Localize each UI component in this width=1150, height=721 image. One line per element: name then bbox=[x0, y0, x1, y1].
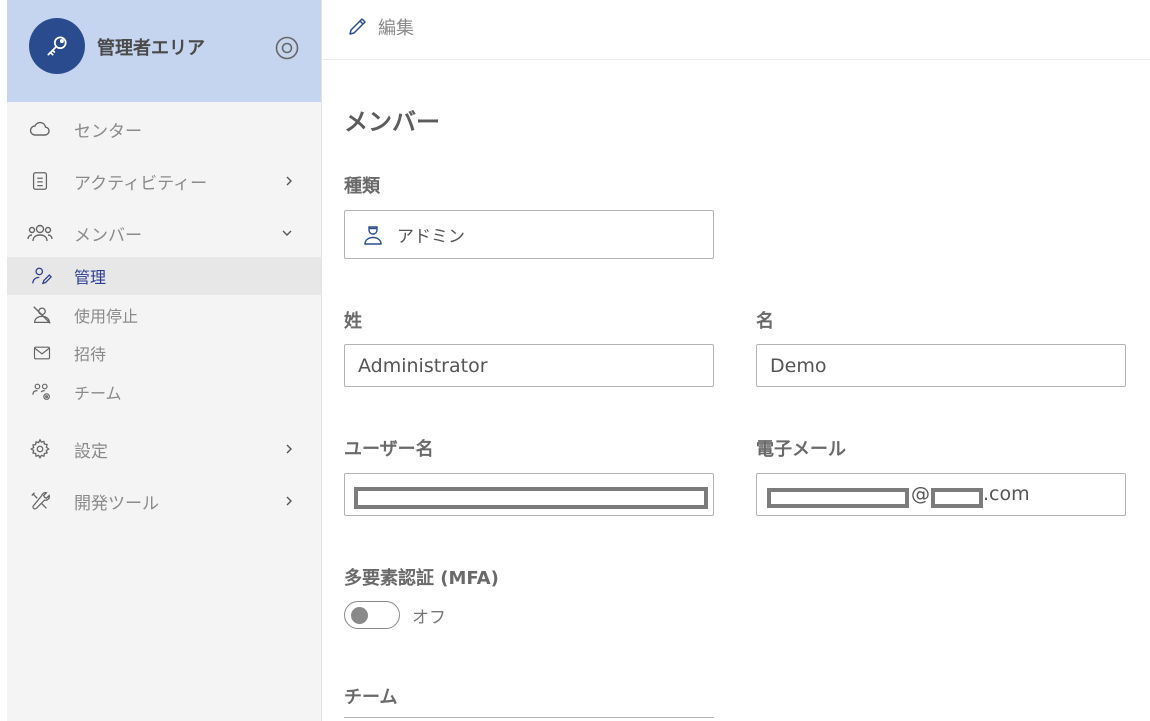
sidebar-item-label: 開発ツール bbox=[74, 493, 159, 514]
username-input[interactable] bbox=[344, 473, 714, 516]
team-label: チーム bbox=[344, 687, 398, 708]
redacted-username bbox=[354, 487, 708, 509]
pencil-icon bbox=[349, 18, 366, 35]
admin-user-icon bbox=[361, 223, 385, 247]
email-at: @ bbox=[911, 483, 930, 505]
team-settings-icon bbox=[31, 381, 53, 403]
sidebar-item-label: メンバー bbox=[74, 225, 142, 246]
type-value: アドミン bbox=[397, 227, 465, 247]
mfa-label: 多要素認証 (MFA) bbox=[344, 568, 499, 589]
topbar: 編集 bbox=[322, 0, 1150, 60]
first-name-label: 名 bbox=[756, 311, 774, 332]
document-icon bbox=[27, 168, 53, 194]
sidebar-item-settings[interactable]: 設定 bbox=[7, 436, 321, 462]
sidebar-title: 管理者エリア bbox=[97, 38, 205, 59]
sidebar-subitem-manage[interactable]: 管理 bbox=[7, 257, 321, 295]
sidebar-item-activity[interactable]: アクティビティー bbox=[7, 168, 321, 194]
sidebar-item-label: 設定 bbox=[74, 441, 108, 462]
gear-icon bbox=[27, 436, 53, 462]
email-tld: .com bbox=[983, 483, 1030, 505]
first-name-input[interactable]: Demo bbox=[756, 344, 1126, 387]
chevron-right-icon bbox=[286, 496, 292, 506]
sidebar-subitem-team[interactable]: チーム bbox=[7, 373, 321, 411]
sidebar-subitem-label: チーム bbox=[74, 384, 122, 403]
username-label: ユーザー名 bbox=[344, 439, 434, 460]
sidebar-item-label: アクティビティー bbox=[74, 173, 208, 194]
sidebar-subitem-suspended[interactable]: 使用停止 bbox=[7, 296, 321, 334]
users-icon bbox=[27, 220, 53, 246]
sidebar-subitem-label: 使用停止 bbox=[74, 307, 139, 326]
key-icon bbox=[29, 18, 85, 74]
type-select[interactable]: アドミン bbox=[344, 210, 714, 259]
mail-icon bbox=[31, 342, 53, 364]
sidebar-item-label: センター bbox=[74, 121, 142, 142]
tools-icon bbox=[27, 488, 53, 514]
team-input-edge[interactable] bbox=[344, 717, 714, 721]
email-label: 電子メール bbox=[756, 439, 846, 460]
user-edit-icon bbox=[31, 265, 53, 287]
cloud-icon bbox=[27, 116, 53, 142]
sidebar: 管理者エリア センター アクティビティー メンバー 管理 使用停止 招待 チーム… bbox=[0, 0, 322, 721]
sidebar-subitem-label: 招待 bbox=[74, 345, 107, 364]
chevron-right-icon bbox=[286, 176, 292, 186]
toggle-knob bbox=[351, 607, 368, 624]
type-label: 種類 bbox=[344, 176, 380, 197]
settings-target-icon[interactable] bbox=[275, 36, 299, 60]
sidebar-subitem-label: 管理 bbox=[74, 268, 107, 287]
first-name-value: Demo bbox=[770, 354, 827, 377]
mfa-state: オフ bbox=[412, 608, 446, 628]
email-input[interactable]: @ .com bbox=[756, 473, 1126, 516]
redacted-email-local bbox=[767, 488, 909, 508]
sidebar-item-center[interactable]: センター bbox=[7, 116, 321, 142]
last-name-input[interactable]: Administrator bbox=[344, 344, 714, 387]
sidebar-item-dev-tools[interactable]: 開発ツール bbox=[7, 488, 321, 514]
mfa-toggle[interactable] bbox=[344, 601, 400, 629]
last-name-label: 姓 bbox=[344, 311, 362, 332]
last-name-value: Administrator bbox=[358, 354, 488, 377]
user-blocked-icon bbox=[31, 304, 53, 326]
sidebar-item-members[interactable]: メンバー bbox=[7, 220, 321, 246]
sidebar-subitem-invite[interactable]: 招待 bbox=[7, 334, 321, 372]
page-title: メンバー bbox=[344, 108, 440, 136]
chevron-right-icon bbox=[286, 444, 292, 454]
redacted-email-domain bbox=[931, 488, 983, 508]
edit-label: 編集 bbox=[378, 18, 414, 39]
chevron-down-icon bbox=[282, 230, 292, 236]
sidebar-header: 管理者エリア bbox=[7, 0, 321, 102]
